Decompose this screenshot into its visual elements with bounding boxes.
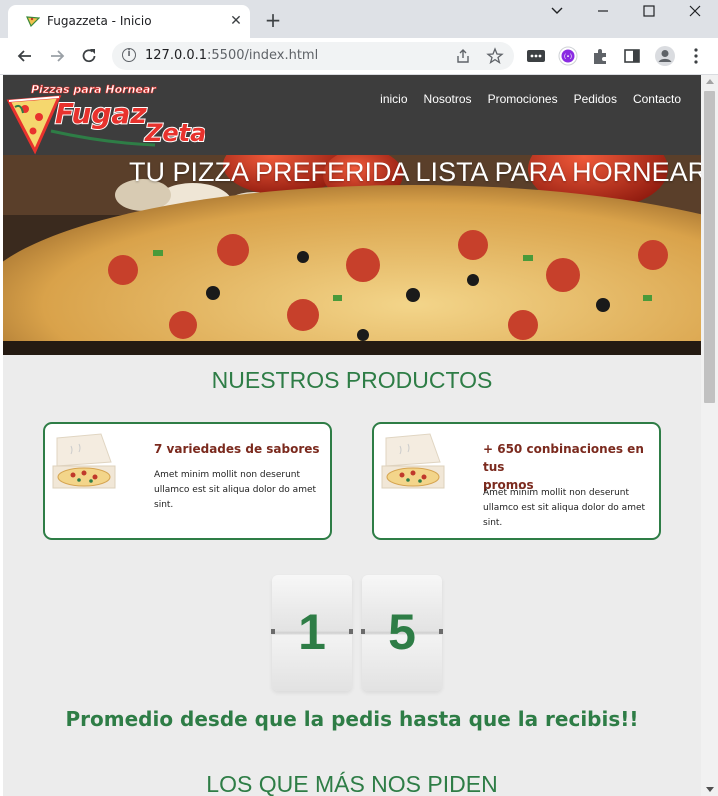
profile-avatar-icon[interactable]: [654, 45, 676, 67]
site-info-icon[interactable]: i: [122, 48, 136, 62]
side-panel-icon[interactable]: [622, 46, 642, 66]
browser-toolbar: i 127.0.0.1:5500/index.html (•): [0, 38, 718, 75]
forward-arrow-icon[interactable]: [46, 45, 68, 67]
url-text: 127.0.0.1:5500/index.html: [145, 48, 319, 63]
maximize-icon[interactable]: [634, 2, 664, 20]
nav-link-nosotros[interactable]: Nosotros: [424, 92, 472, 106]
tab-search-chevron-icon[interactable]: [542, 2, 572, 20]
tab-title: Fugazzeta - Inicio: [47, 14, 152, 28]
share-icon[interactable]: [454, 47, 472, 65]
product-card-variedades[interactable]: 7 variedades de sabores Amet minim molli…: [43, 422, 332, 540]
pizza-favicon-icon: [26, 16, 40, 27]
flip-hinge: [271, 629, 275, 634]
svg-text:(•): (•): [564, 54, 572, 61]
address-bar[interactable]: i 127.0.0.1:5500/index.html: [112, 42, 514, 70]
bookmark-star-icon[interactable]: [486, 47, 504, 65]
pizza-box-image: [381, 433, 445, 489]
scroll-thumb[interactable]: [704, 91, 715, 403]
main-nav: inicio Nosotros Promociones Pedidos Cont…: [380, 92, 681, 106]
extension-dots-icon[interactable]: [526, 46, 546, 66]
tab-close-icon[interactable]: ✕: [226, 11, 246, 31]
flip-hinge: [349, 629, 353, 634]
counter-digit-ones: 5: [361, 575, 443, 691]
extension-purple-icon[interactable]: (•): [558, 46, 578, 66]
new-tab-icon[interactable]: +: [262, 9, 284, 31]
popular-section-title: LOS QUE MÁS NOS PIDEN: [206, 771, 498, 796]
flip-hinge: [439, 629, 443, 634]
logo-tagline: Pizzas para Hornear: [31, 83, 156, 96]
hero-title: TU PIZZA PREFERIDA LISTA PARA HORNEAR: [129, 157, 701, 187]
browser-tab-strip: Fugazzeta - Inicio ✕ +: [0, 0, 718, 38]
scroll-up-arrow-icon[interactable]: [706, 79, 714, 84]
delivery-time-caption: Promedio desde que la pedis hasta que la…: [65, 707, 639, 731]
card-title: 7 variedades de sabores: [154, 442, 320, 456]
nav-link-promociones[interactable]: Promociones: [488, 92, 558, 106]
minimize-icon[interactable]: [588, 2, 618, 20]
product-card-combinaciones[interactable]: + 650 conbinaciones en tus promos Amet m…: [372, 422, 661, 540]
svg-text:Zeta: Zeta: [144, 119, 205, 147]
counter-digit-tens: 1: [271, 575, 353, 691]
fugazzeta-logo[interactable]: Pizzas para Hornear Fugaz Zeta: [5, 79, 205, 155]
nav-link-pedidos[interactable]: Pedidos: [574, 92, 617, 106]
page-scrollbar[interactable]: [701, 75, 718, 796]
pizza-box-image: [52, 433, 116, 489]
hero-banner: TU PIZZA PREFERIDA LISTA PARA HORNEAR: [3, 155, 701, 355]
card-text: Amet minim mollit non deserunt ullamco e…: [483, 488, 646, 528]
extensions-puzzle-icon[interactable]: [590, 46, 610, 66]
browser-tab[interactable]: Fugazzeta - Inicio ✕: [8, 5, 250, 38]
page-viewport: Pizzas para Hornear Fugaz Zeta inicio No…: [3, 75, 701, 796]
nav-link-inicio[interactable]: inicio: [380, 92, 407, 106]
flip-hinge: [361, 629, 365, 634]
scroll-down-arrow-icon[interactable]: [706, 787, 714, 792]
window-close-icon[interactable]: [680, 2, 710, 20]
browser-menu-icon[interactable]: [686, 46, 706, 66]
nav-link-contacto[interactable]: Contacto: [633, 92, 681, 106]
site-header: Pizzas para Hornear Fugaz Zeta inicio No…: [3, 75, 701, 155]
back-arrow-icon[interactable]: [14, 45, 36, 67]
logo-name: Fugaz: [55, 97, 147, 130]
reload-icon[interactable]: [78, 45, 100, 67]
products-section-title: NUESTROS PRODUCTOS: [211, 367, 493, 393]
card-text: Amet minim mollit non deserunt ullamco e…: [154, 470, 317, 510]
